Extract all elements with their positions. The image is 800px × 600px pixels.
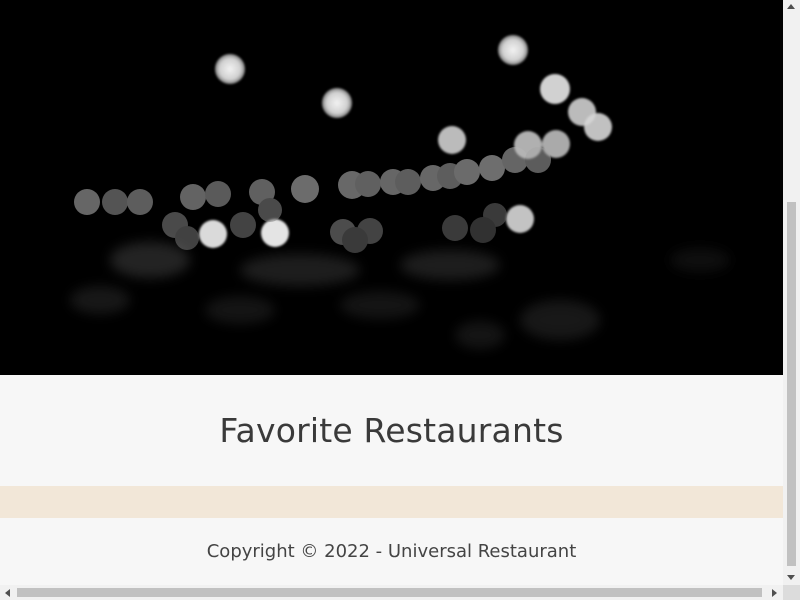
vertical-scrollbar-thumb[interactable]: [787, 202, 796, 566]
scrollbar-corner: [783, 585, 800, 600]
hero-image: [0, 0, 783, 375]
content-strip: [0, 486, 783, 518]
page-viewport: Favorite Restaurants Copyright © 2022 - …: [0, 0, 783, 585]
scroll-down-arrow-icon[interactable]: [787, 575, 795, 580]
footer-copyright: Copyright © 2022 - Universal Restaurant: [206, 541, 577, 562]
scroll-up-arrow-icon[interactable]: [787, 4, 795, 9]
footer: Copyright © 2022 - Universal Restaurant: [0, 518, 783, 585]
scroll-right-arrow-icon[interactable]: [772, 589, 777, 597]
title-section: Favorite Restaurants: [0, 375, 783, 486]
scroll-left-arrow-icon[interactable]: [5, 589, 10, 597]
page-title: Favorite Restaurants: [219, 411, 564, 450]
vertical-scrollbar[interactable]: [783, 0, 800, 585]
horizontal-scrollbar-thumb[interactable]: [17, 588, 762, 597]
bokeh-lights-image: [0, 0, 783, 375]
horizontal-scrollbar[interactable]: [0, 585, 783, 600]
